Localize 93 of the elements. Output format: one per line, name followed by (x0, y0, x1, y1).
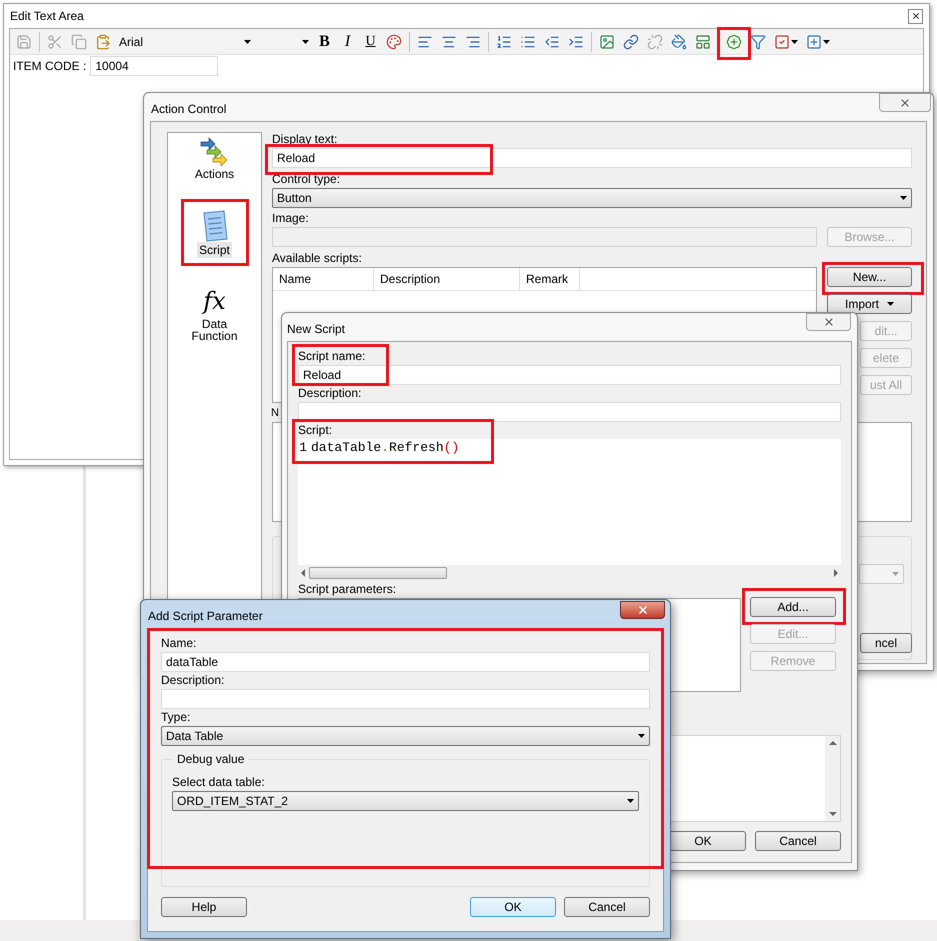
text-field[interactable]: Reload (298, 365, 841, 385)
nav-label: Script (197, 242, 232, 258)
filter-icon (750, 34, 766, 50)
field-label: Control type: (272, 171, 340, 188)
dropdown[interactable]: Data Table (161, 726, 650, 746)
align-left-icon (417, 34, 433, 50)
code-editor[interactable]: 1 dataTable.Refresh() (298, 439, 841, 580)
caret-icon (823, 40, 830, 44)
unlink-icon (647, 34, 663, 50)
format-button[interactable]: I (337, 32, 358, 52)
caret-icon (791, 40, 798, 44)
nav-item[interactable]: Script (186, 210, 244, 258)
button[interactable]: New... (827, 267, 912, 287)
link-icon (623, 34, 639, 50)
caret-icon (900, 196, 907, 200)
button[interactable]: ncel (860, 633, 912, 653)
add-badge-icon (726, 34, 742, 50)
field-label: Display text: (272, 131, 338, 148)
nav-item[interactable]: Actions (186, 136, 244, 182)
field-label: N (271, 406, 279, 421)
dropdown[interactable]: Button (272, 188, 912, 208)
close-button[interactable] (620, 601, 665, 619)
caret-icon (627, 799, 634, 803)
window-title: Edit Text Area (10, 8, 84, 25)
code-line: dataTable.Refresh() (311, 438, 460, 457)
field-label: Image: (272, 210, 309, 227)
nav-label: Data Function (190, 316, 239, 344)
format-button[interactable]: U (360, 32, 381, 52)
nav-label: Actions (194, 166, 236, 182)
vertical-scrollbar[interactable] (825, 736, 840, 821)
field-label: Description: (161, 672, 224, 689)
scroll-up-icon[interactable] (828, 738, 838, 748)
line-number: 1 (298, 438, 307, 457)
close-icon (899, 96, 911, 108)
numbered-list-icon (496, 34, 512, 50)
close-icon (910, 11, 920, 21)
caret-icon (244, 40, 251, 44)
field-label: Select data table: (172, 774, 265, 791)
button[interactable]: Cancel (564, 897, 650, 917)
bullet-list-icon (520, 34, 536, 50)
close-button[interactable] (908, 8, 923, 24)
scissors-icon (47, 34, 63, 50)
caret-icon (638, 734, 645, 738)
group-title: Debug value (176, 751, 246, 768)
layout-icon (695, 34, 711, 50)
button[interactable]: Cancel (755, 831, 841, 851)
text-field[interactable]: 10004 (90, 56, 218, 76)
window-title: New Script (287, 321, 346, 338)
column-header[interactable]: Description (374, 268, 520, 290)
close-icon (822, 316, 834, 328)
field-label: Script parameters: (298, 581, 396, 598)
paint-bucket-icon (671, 34, 687, 50)
field-label: Available scripts: (272, 250, 362, 267)
column-header[interactable]: Name (273, 268, 374, 290)
save-icon (16, 34, 32, 50)
palette-icon (386, 34, 402, 50)
checkbox-icon (774, 34, 790, 50)
button[interactable]: Import (827, 294, 912, 314)
caret-icon (892, 572, 899, 576)
window-title: Add Script Parameter (148, 608, 263, 625)
outdent-icon (544, 34, 560, 50)
clipboard-icon (95, 34, 111, 50)
text-field[interactable] (298, 402, 841, 422)
format-button[interactable]: B (314, 32, 335, 52)
text-field[interactable]: dataTable (161, 652, 650, 672)
scroll-right-icon[interactable] (831, 568, 841, 578)
column-header[interactable]: Remark (520, 268, 580, 290)
button[interactable]: Add... (750, 597, 836, 617)
scroll-down-icon[interactable] (828, 809, 838, 819)
text-field[interactable]: Reload (272, 148, 912, 168)
field-label: Script: (298, 422, 332, 439)
caret-icon (887, 302, 894, 306)
align-right-icon (465, 34, 481, 50)
field-label: Description: (298, 385, 362, 402)
nav-item[interactable]: fx Data Function (186, 286, 244, 344)
close-icon (636, 604, 648, 616)
image-icon (599, 34, 615, 50)
function-icon: fx (203, 286, 226, 316)
align-center-icon (441, 34, 457, 50)
caret-icon (302, 40, 309, 44)
add-square-icon (806, 34, 822, 50)
field-label: Name: (161, 635, 196, 652)
dropdown[interactable]: ORD_ITEM_STAT_2 (172, 791, 639, 811)
window-title: Action Control (151, 101, 226, 118)
document-icon (200, 210, 228, 242)
copy-icon (71, 34, 87, 50)
field-label: ITEM CODE : (13, 58, 86, 75)
field-label: Type: (161, 709, 190, 726)
indent-icon (568, 34, 584, 50)
button[interactable]: OK (470, 897, 556, 917)
button[interactable]: Help (161, 897, 247, 917)
field-label: Script name: (298, 348, 366, 365)
text-field[interactable] (161, 689, 650, 709)
